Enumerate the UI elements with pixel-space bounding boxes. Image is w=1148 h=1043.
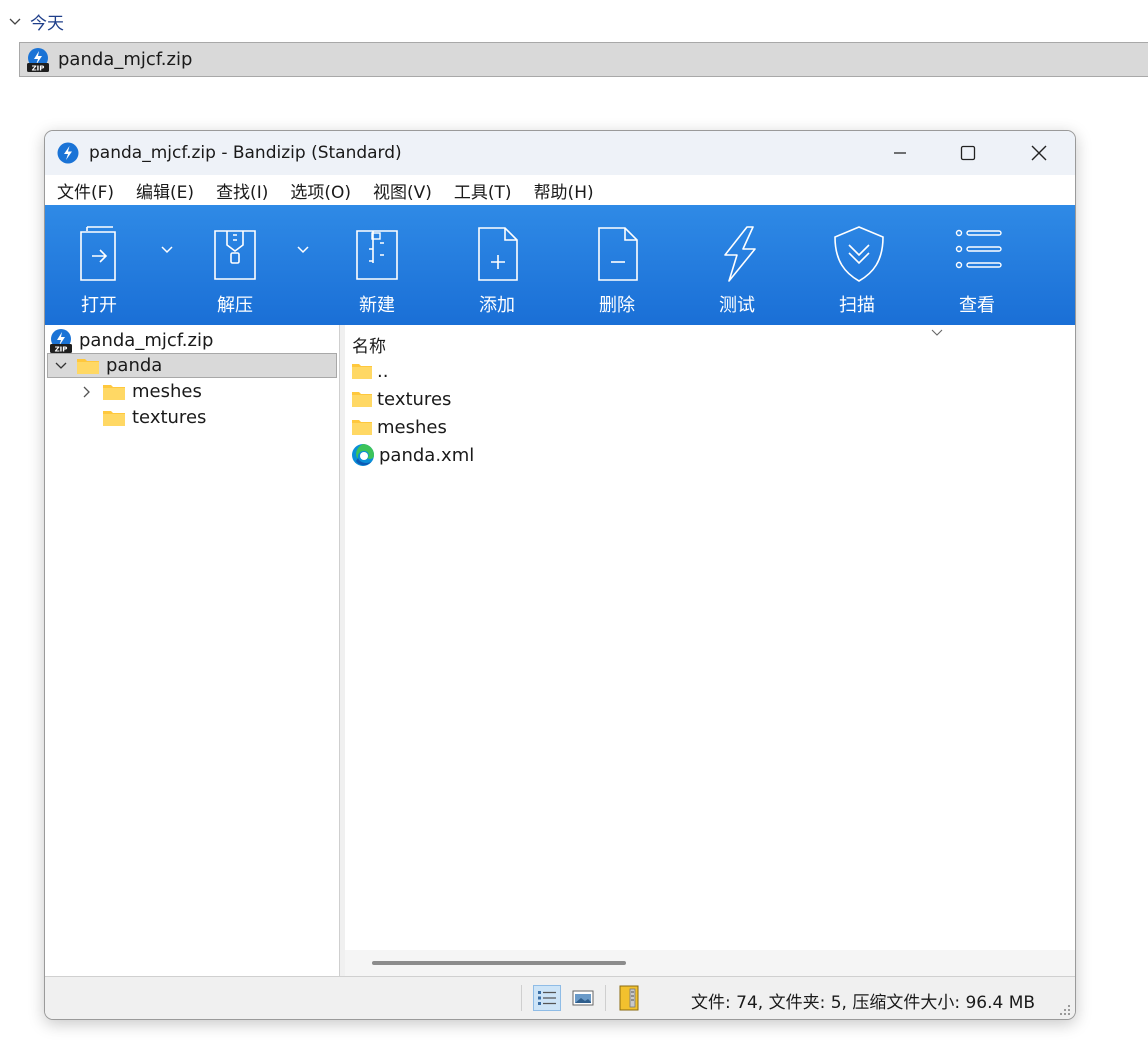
- menu-help[interactable]: 帮助(H): [523, 178, 605, 203]
- column-header-name[interactable]: 名称: [352, 332, 386, 357]
- group-label: 今天: [30, 13, 64, 34]
- chevron-down-icon: [9, 18, 21, 25]
- list-item-panda-xml[interactable]: panda.xml: [351, 442, 474, 468]
- folder-icon: [352, 420, 372, 435]
- add-button[interactable]: 添加: [449, 205, 545, 325]
- tree-item-label: panda: [106, 355, 163, 376]
- delete-button[interactable]: 删除: [569, 205, 665, 325]
- extract-dropdown-chevron-icon[interactable]: [295, 241, 311, 257]
- open-button[interactable]: 打开: [51, 205, 147, 325]
- list-view-icon: [955, 229, 1002, 269]
- view-label: 查看: [959, 295, 995, 316]
- zip-file-icon: ZIP: [27, 47, 49, 72]
- status-bar: 文件: 74, 文件夹: 5, 压缩文件大小: 96.4 MB: [45, 976, 1075, 1019]
- horizontal-scrollbar[interactable]: [345, 950, 1075, 976]
- minimize-icon: [894, 152, 906, 154]
- list-item-parent[interactable]: ..: [351, 358, 388, 384]
- tree-item-label: panda_mjcf.zip: [79, 330, 214, 351]
- tree-item-root[interactable]: ZIP panda_mjcf.zip: [47, 328, 337, 353]
- delete-label: 删除: [599, 295, 635, 316]
- folder-icon: [352, 392, 372, 407]
- file-row-zip[interactable]: ZIP panda_mjcf.zip: [19, 42, 1148, 77]
- edge-browser-icon: [352, 444, 374, 466]
- tree-item-textures[interactable]: textures: [47, 405, 337, 430]
- list-item-label: meshes: [377, 416, 447, 438]
- resize-grip-icon[interactable]: [1057, 1002, 1071, 1016]
- details-view-button[interactable]: [533, 985, 561, 1011]
- extract-button[interactable]: 解压: [187, 205, 283, 325]
- menu-tools[interactable]: 工具(T): [443, 178, 523, 203]
- open-label: 打开: [81, 295, 117, 316]
- tree-item-panda[interactable]: panda: [47, 353, 337, 378]
- tree-item-label: meshes: [132, 381, 202, 402]
- file-name: panda_mjcf.zip: [58, 49, 193, 70]
- image-preview-icon: [572, 990, 594, 1006]
- menu-view[interactable]: 视图(V): [362, 178, 443, 203]
- details-view-icon: [538, 991, 556, 1005]
- scrollbar-thumb[interactable]: [372, 961, 626, 965]
- close-icon: [1031, 145, 1047, 161]
- status-separator: [521, 985, 522, 1011]
- svg-text:ZIP: ZIP: [32, 64, 45, 72]
- toolbar: 打开 解压 新建 添加 删除 测试 扫描 查看: [45, 205, 1075, 325]
- maximize-icon: [960, 145, 976, 161]
- extract-label: 解压: [217, 295, 253, 316]
- menu-find[interactable]: 查找(I): [205, 178, 279, 203]
- new-archive-icon: [356, 230, 398, 280]
- new-button[interactable]: 新建: [329, 205, 425, 325]
- list-item-label: textures: [377, 388, 452, 410]
- preview-view-button[interactable]: [569, 985, 597, 1011]
- folder-icon: [103, 384, 125, 400]
- test-button[interactable]: 测试: [689, 205, 785, 325]
- sort-chevron-icon: [931, 329, 943, 336]
- zip-file-icon: ZIP: [50, 328, 72, 353]
- chevron-right-icon[interactable]: [80, 385, 94, 399]
- delete-file-icon: [598, 227, 638, 281]
- minimize-button[interactable]: [871, 131, 929, 175]
- extract-icon: [214, 230, 256, 280]
- menu-bar: 文件(F) 编辑(E) 查找(I) 选项(O) 视图(V) 工具(T) 帮助(H…: [45, 175, 1075, 205]
- list-item-label: ..: [377, 360, 389, 382]
- new-label: 新建: [359, 295, 395, 316]
- add-label: 添加: [479, 295, 515, 316]
- maximize-button[interactable]: [939, 131, 997, 175]
- add-file-icon: [478, 227, 518, 281]
- folder-tree: ZIP panda_mjcf.zip panda meshes textures: [45, 325, 340, 976]
- shield-icon: [834, 226, 884, 282]
- svg-text:ZIP: ZIP: [55, 345, 68, 353]
- lightning-icon: [724, 226, 756, 282]
- tree-item-label: textures: [132, 407, 207, 428]
- chevron-down-icon[interactable]: [54, 359, 68, 373]
- menu-file[interactable]: 文件(F): [45, 178, 125, 203]
- bandizip-window: panda_mjcf.zip - Bandizip (Standard) 文件(…: [44, 130, 1076, 1020]
- open-icon: [80, 226, 116, 281]
- group-header-today[interactable]: 今天: [8, 9, 64, 34]
- file-list: 名称 .. textures meshes panda.xml: [345, 325, 1075, 976]
- test-label: 测试: [719, 295, 755, 316]
- folder-icon: [352, 364, 372, 379]
- archive-info-button[interactable]: [615, 985, 643, 1011]
- title-bar[interactable]: panda_mjcf.zip - Bandizip (Standard): [45, 131, 1075, 175]
- close-button[interactable]: [1010, 131, 1068, 175]
- list-item-label: panda.xml: [379, 444, 475, 466]
- list-item-meshes[interactable]: meshes: [351, 414, 447, 440]
- list-item-textures[interactable]: textures: [351, 386, 451, 412]
- window-title: panda_mjcf.zip - Bandizip (Standard): [89, 143, 402, 163]
- archive-book-icon: [619, 985, 639, 1011]
- folder-icon: [77, 358, 99, 374]
- menu-options[interactable]: 选项(O): [279, 178, 362, 203]
- status-separator: [605, 985, 606, 1011]
- scan-label: 扫描: [839, 295, 875, 316]
- scan-button[interactable]: 扫描: [809, 205, 905, 325]
- menu-edit[interactable]: 编辑(E): [125, 178, 205, 203]
- open-dropdown-chevron-icon[interactable]: [159, 241, 175, 257]
- tree-item-meshes[interactable]: meshes: [47, 379, 337, 404]
- view-button[interactable]: 查看: [929, 205, 1025, 325]
- status-text: 文件: 74, 文件夹: 5, 压缩文件大小: 96.4 MB: [691, 993, 1036, 1013]
- folder-icon: [103, 410, 125, 426]
- bandizip-app-icon: [57, 142, 79, 164]
